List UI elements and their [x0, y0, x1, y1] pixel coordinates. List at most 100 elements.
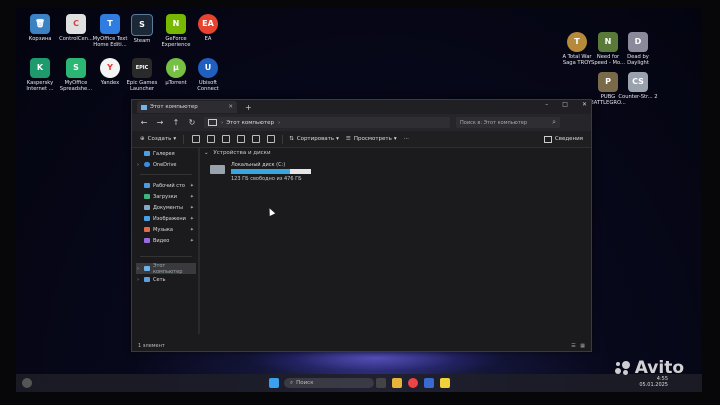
sidebar-item-gallery[interactable]: Галерея — [136, 148, 196, 159]
copy-icon[interactable] — [207, 135, 216, 143]
rename-icon[interactable] — [237, 135, 246, 143]
back-button[interactable]: ← — [136, 118, 152, 127]
store-taskbar-icon[interactable] — [424, 378, 434, 388]
documents-icon — [144, 205, 150, 210]
address-bar[interactable]: › Этот компьютер › — [204, 117, 450, 128]
desktop-screen: 🗑 Корзина C ControlCen... T MyOffice Tex… — [16, 8, 702, 392]
navigation-bar: ← → ↑ ↻ › Этот компьютер › Поиск в: Этот… — [132, 114, 591, 131]
start-button[interactable] — [269, 378, 279, 388]
pin-icon: ✦ — [189, 226, 194, 233]
drive-free-space: 123 ГБ свободно из 476 ГБ — [231, 176, 302, 182]
delete-icon[interactable] — [267, 135, 276, 143]
control-center-icon: C — [66, 14, 86, 34]
toolbar-divider — [282, 134, 284, 144]
search-icon: ⌕ — [290, 379, 294, 386]
file-explorer-taskbar-icon[interactable] — [392, 378, 402, 388]
sidebar-item-downloads[interactable]: Загрузки ✦ — [136, 191, 196, 202]
details-pane-icon — [543, 135, 552, 143]
sidebar-scrollbar[interactable] — [198, 148, 200, 334]
pin-icon: ✦ — [189, 204, 194, 211]
pin-icon: ✦ — [189, 182, 194, 189]
address-chevron: › — [221, 119, 224, 126]
tab-this-pc[interactable]: Этот компьютер ✕ — [137, 101, 237, 113]
sidebar-item-network[interactable]: › Сеть — [136, 274, 196, 285]
sidebar-item-this-pc[interactable]: › Этот компьютер — [136, 263, 196, 275]
navigation-pane: Галерея › OneDrive Рабочий сто ✦ Загрузк… — [136, 148, 196, 334]
view-icon: ☰ — [345, 136, 351, 142]
desktop-icon-ea[interactable]: EA EA — [188, 14, 228, 42]
downloads-icon — [144, 194, 150, 199]
pin-icon: ✦ — [189, 215, 194, 222]
notes-taskbar-icon[interactable] — [440, 378, 450, 388]
recycle-bin-icon: 🗑 — [30, 14, 50, 34]
sidebar-divider — [140, 256, 192, 257]
sidebar-item-music[interactable]: Музыка ✦ — [136, 224, 196, 235]
content-area: ⌄ Устройства и диски Локальный диск (C:)… — [204, 150, 311, 182]
utorrent-icon: µ — [166, 58, 186, 78]
sort-icon: ⇅ — [289, 136, 294, 142]
video-icon — [144, 238, 150, 243]
drive-item-c[interactable]: Локальный диск (C:) 123 ГБ свободно из 4… — [210, 162, 320, 188]
sidebar-item-documents[interactable]: Документы ✦ — [136, 202, 196, 213]
details-button[interactable]: Сведения — [543, 135, 583, 143]
kaspersky-icon: K — [30, 58, 50, 78]
view-button[interactable]: ☰ Просмотреть ▾ — [346, 136, 397, 142]
gallery-icon — [144, 151, 150, 156]
onedrive-icon — [144, 162, 150, 167]
yandex-icon: Y — [100, 58, 120, 78]
desktop-icon-kaspersky[interactable]: K Kaspersky Internet ... — [20, 58, 60, 92]
layout-toggle[interactable]: ☰ ▦ — [571, 343, 585, 349]
sidebar-item-desktop[interactable]: Рабочий сто ✦ — [136, 180, 196, 191]
desktop-icon-recycle-bin[interactable]: 🗑 Корзина — [20, 14, 60, 42]
cut-icon[interactable] — [192, 135, 201, 143]
share-icon[interactable] — [252, 135, 261, 143]
chevron-down-icon: ▾ — [173, 136, 177, 142]
task-view-icon[interactable] — [376, 378, 386, 388]
chevron-down-icon: ▾ — [336, 136, 339, 142]
sidebar-item-pictures[interactable]: Изображени ✦ — [136, 213, 196, 224]
address-path: Этот компьютер — [226, 119, 274, 126]
weather-icon[interactable] — [22, 378, 32, 388]
expand-chevron-icon[interactable]: › — [137, 266, 139, 272]
music-icon — [144, 227, 150, 232]
desktop-icon-dbd[interactable]: D Dead by Daylight — [618, 32, 658, 66]
close-button[interactable]: ✕ — [582, 101, 587, 108]
expand-chevron-icon[interactable]: › — [137, 277, 139, 283]
desktop-icon-ubisoft[interactable]: U Ubisoft Connect — [188, 58, 228, 92]
ea-icon: EA — [198, 14, 218, 34]
maximize-button[interactable]: □ — [562, 101, 568, 108]
expand-chevron-icon[interactable]: › — [137, 162, 139, 168]
tab-close-button[interactable]: ✕ — [228, 104, 233, 110]
minimize-button[interactable]: – — [545, 101, 548, 108]
search-input[interactable]: Поиск в: Этот компьютер ⌕ — [456, 117, 560, 128]
paste-icon[interactable] — [222, 135, 231, 143]
geforce-icon: N — [166, 14, 186, 34]
taskbar-search[interactable]: ⌕ Поиск — [284, 378, 374, 388]
more-button[interactable]: ··· — [404, 136, 409, 142]
toolbar-divider — [183, 134, 185, 144]
desktop-icon-cs2[interactable]: CS Counter-Str... 2 — [618, 72, 658, 100]
taskbar: ⌕ Поиск 4:55 05.01.2025 — [16, 374, 702, 392]
details-view-icon[interactable]: ☰ — [571, 343, 575, 349]
yandex-taskbar-icon[interactable] — [408, 378, 418, 388]
pictures-icon — [144, 216, 150, 221]
this-pc-icon — [141, 104, 147, 110]
chevron-down-icon: ▾ — [393, 136, 397, 142]
sidebar-item-onedrive[interactable]: › OneDrive — [136, 159, 196, 170]
monitor-icon — [208, 119, 217, 126]
command-bar: ⊕ Создать ▾ ⇅ Сортировать ▾ ☰ Просмотрет… — [132, 131, 591, 148]
up-button[interactable]: ↑ — [168, 118, 184, 127]
sort-button[interactable]: ⇅ Сортировать ▾ — [289, 136, 339, 142]
sidebar-item-video[interactable]: Видео ✦ — [136, 235, 196, 246]
group-header[interactable]: ⌄ Устройства и диски — [204, 150, 271, 156]
network-icon — [144, 277, 150, 282]
pin-icon: ✦ — [189, 193, 194, 200]
refresh-button[interactable]: ↻ — [184, 118, 200, 127]
new-tab-button[interactable]: + — [245, 103, 252, 112]
avito-watermark: Avito — [614, 358, 684, 378]
dbd-icon: D — [628, 32, 648, 52]
tiles-view-icon[interactable]: ▦ — [580, 343, 585, 349]
myoffice-text-icon: T — [100, 14, 120, 34]
forward-button[interactable]: → — [152, 118, 168, 127]
create-button[interactable]: ⊕ Создать ▾ — [140, 136, 176, 142]
